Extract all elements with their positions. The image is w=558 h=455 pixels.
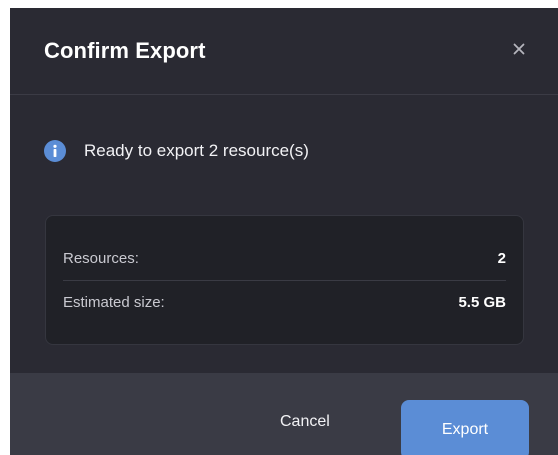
summary-value: 2: [497, 250, 506, 267]
info-icon: [44, 140, 66, 162]
export-button[interactable]: Export: [401, 400, 529, 455]
info-message: Ready to export 2 resource(s): [44, 140, 309, 162]
export-summary-card: Resources: 2 Estimated size: 5.5 GB: [45, 215, 524, 345]
info-text: Ready to export 2 resource(s): [84, 141, 309, 160]
summary-label: Estimated size:: [63, 294, 165, 311]
close-button[interactable]: [507, 37, 531, 61]
summary-row-resources: Resources: 2: [63, 237, 506, 281]
summary-value: 5.5 GB: [458, 294, 506, 311]
summary-row-estimated-size: Estimated size: 5.5 GB: [63, 281, 506, 324]
dialog-footer: Cancel Export: [10, 373, 558, 455]
summary-label: Resources:: [63, 250, 139, 267]
confirm-export-dialog: Confirm Export Ready to export 2 resourc…: [10, 8, 558, 455]
cancel-button[interactable]: Cancel: [280, 413, 330, 431]
dialog-header: Confirm Export: [10, 8, 558, 95]
export-button-label: Export: [441, 421, 489, 438]
dialog-body: Ready to export 2 resource(s) Resources:…: [10, 95, 558, 373]
dialog-title: Confirm Export: [44, 37, 206, 63]
close-icon: [513, 43, 525, 55]
